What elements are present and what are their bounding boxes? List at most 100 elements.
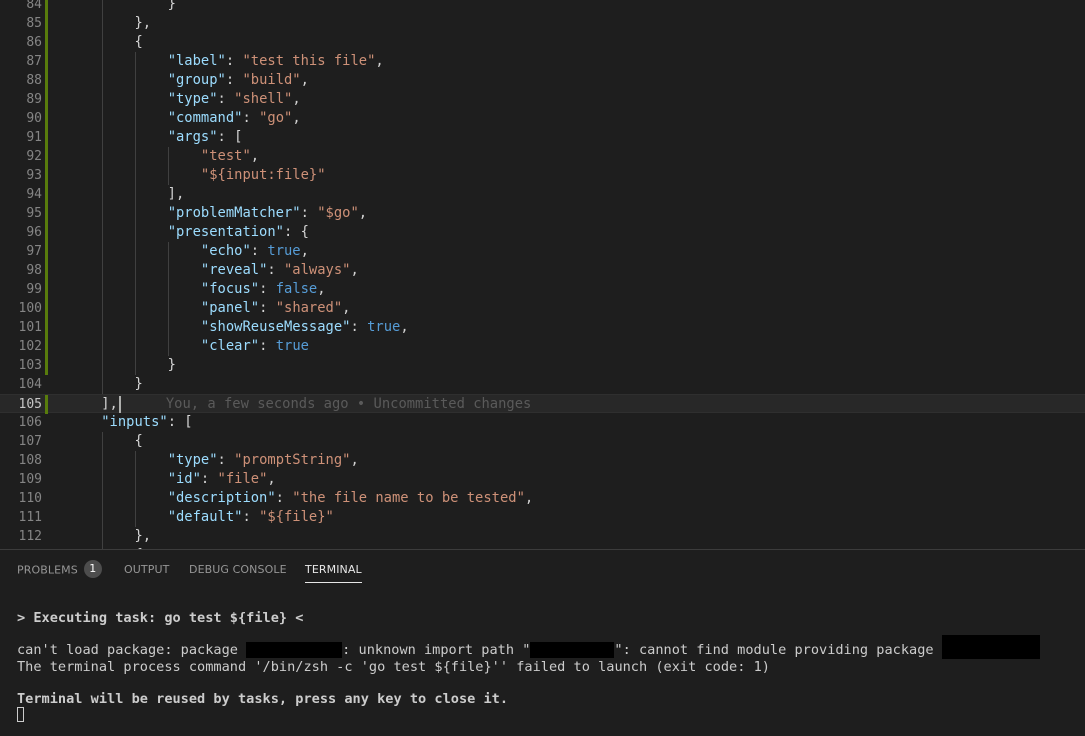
panel-tabs: PROBLEMS 1 OUTPUT DEBUG CONSOLE TERMINAL (0, 550, 1085, 586)
code-line[interactable]: 86 { (0, 33, 1085, 52)
git-change-indicator[interactable] (45, 52, 48, 71)
json-punct: { (101, 34, 143, 50)
terminal-output[interactable]: > Executing task: go test ${file} < can'… (17, 602, 1077, 732)
code-line[interactable]: 85 }, (0, 14, 1085, 33)
code-line[interactable]: 95 "problemMatcher": "$go", (0, 204, 1085, 223)
code-line[interactable]: 107 { (0, 432, 1085, 451)
code-line[interactable]: 84 } (0, 0, 1085, 14)
git-change-indicator[interactable] (45, 185, 48, 204)
line-number: 111 (18, 510, 42, 525)
git-change-indicator[interactable] (45, 280, 48, 299)
git-change-indicator[interactable] (45, 299, 48, 318)
code-line[interactable]: 93 "${input:file}" (0, 166, 1085, 185)
line-number: 84 (26, 0, 42, 12)
git-change-indicator[interactable] (45, 33, 48, 52)
code-line[interactable]: 96 "presentation": { (0, 223, 1085, 242)
code-line[interactable]: 102 "clear": true (0, 337, 1085, 356)
git-change-indicator[interactable] (45, 261, 48, 280)
json-string: "promptString" (234, 452, 351, 468)
json-punct (101, 300, 201, 316)
git-change-indicator[interactable] (45, 109, 48, 128)
git-change-indicator[interactable] (45, 90, 48, 109)
json-key: "description" (167, 490, 276, 506)
code-line[interactable]: 108 "type": "promptString", (0, 451, 1085, 470)
git-change-indicator[interactable] (45, 223, 48, 242)
tab-debug-console[interactable]: DEBUG CONSOLE (189, 563, 287, 576)
code-text: "type": "shell", (68, 90, 301, 109)
line-number: 93 (26, 168, 42, 183)
json-punct (101, 452, 167, 468)
json-punct: , (342, 300, 351, 316)
code-line[interactable]: 111 "default": "${file}" (0, 508, 1085, 527)
tab-problems[interactable]: PROBLEMS 1 (17, 560, 102, 578)
tab-terminal-label: TERMINAL (305, 563, 362, 576)
line-number: 105 (18, 397, 42, 412)
json-punct: : (275, 490, 293, 506)
git-change-indicator[interactable] (45, 71, 48, 90)
code-line[interactable]: 100 "panel": "shared", (0, 299, 1085, 318)
git-change-indicator[interactable] (45, 147, 48, 166)
git-change-indicator[interactable] (45, 14, 48, 33)
tab-output[interactable]: OUTPUT (124, 563, 169, 576)
git-change-indicator[interactable] (45, 395, 48, 414)
json-key: "group" (167, 72, 226, 88)
json-punct: }, (101, 528, 152, 544)
code-line[interactable]: 89 "type": "shell", (0, 90, 1085, 109)
json-punct: : (259, 338, 276, 354)
json-punct: : (242, 509, 260, 525)
code-line[interactable]: 101 "showReuseMessage": true, (0, 318, 1085, 337)
code-text: "inputs": [ (68, 413, 192, 432)
git-change-indicator[interactable] (45, 318, 48, 337)
code-line[interactable]: 103 } (0, 356, 1085, 375)
json-punct: , (292, 91, 301, 107)
json-punct (101, 205, 167, 221)
json-punct (101, 281, 201, 297)
json-string: "shell" (234, 91, 293, 107)
json-punct: , (300, 243, 309, 259)
code-line[interactable]: 92 "test", (0, 147, 1085, 166)
code-editor[interactable]: 84 } 85 }, 86 {87 "label": "test this file… (0, 0, 1085, 549)
code-line[interactable]: 109 "id": "file", (0, 470, 1085, 489)
json-punct: : (350, 319, 368, 335)
code-text: "showReuseMessage": true, (68, 318, 409, 337)
code-line[interactable]: 94 ], (0, 185, 1085, 204)
json-key: "focus" (200, 281, 260, 297)
terminal-failed-line: The terminal process command '/bin/zsh -… (17, 659, 770, 675)
line-number: 90 (26, 111, 42, 126)
tab-terminal[interactable]: TERMINAL (305, 563, 362, 583)
git-change-indicator[interactable] (45, 0, 48, 14)
code-line[interactable]: 105 ], You, a few seconds ago • Uncommitt… (0, 394, 1085, 414)
code-line[interactable]: 106 "inputs": [ (0, 413, 1085, 432)
json-punct: : (259, 281, 276, 297)
json-punct (101, 72, 167, 88)
line-number: 89 (26, 92, 42, 107)
code-line[interactable]: 87 "label": "test this file", (0, 52, 1085, 71)
code-line[interactable]: 91 "args": [ (0, 128, 1085, 147)
code-line[interactable]: 88 "group": "build", (0, 71, 1085, 90)
git-change-indicator[interactable] (45, 166, 48, 185)
git-change-indicator[interactable] (45, 204, 48, 223)
line-number: 102 (18, 339, 42, 354)
code-line[interactable]: 104 } (0, 375, 1085, 394)
json-key: "args" (167, 129, 218, 145)
git-change-indicator[interactable] (45, 128, 48, 147)
line-number: 106 (18, 415, 42, 430)
line-number: 104 (18, 377, 42, 392)
code-line[interactable]: 97 "echo": true, (0, 242, 1085, 261)
code-line[interactable]: 110 "description": "the file name to be … (0, 489, 1085, 508)
code-line[interactable]: 112 }, (0, 527, 1085, 546)
code-text: "${input:file}" (68, 166, 326, 185)
line-number: 99 (26, 282, 42, 297)
code-text: "problemMatcher": "$go", (68, 204, 367, 223)
git-change-indicator[interactable] (45, 337, 48, 356)
json-punct: , (350, 452, 359, 468)
json-string: "the file name to be tested" (292, 490, 525, 506)
git-change-indicator[interactable] (45, 242, 48, 261)
git-change-indicator[interactable] (45, 356, 48, 375)
json-punct: , (250, 148, 260, 164)
code-line[interactable]: 99 "focus": false, (0, 280, 1085, 299)
terminal-error-part-3: ": cannot find module providing package (614, 642, 942, 658)
json-key: "default" (167, 509, 243, 525)
code-line[interactable]: 98 "reveal": "always", (0, 261, 1085, 280)
code-line[interactable]: 90 "command": "go", (0, 109, 1085, 128)
